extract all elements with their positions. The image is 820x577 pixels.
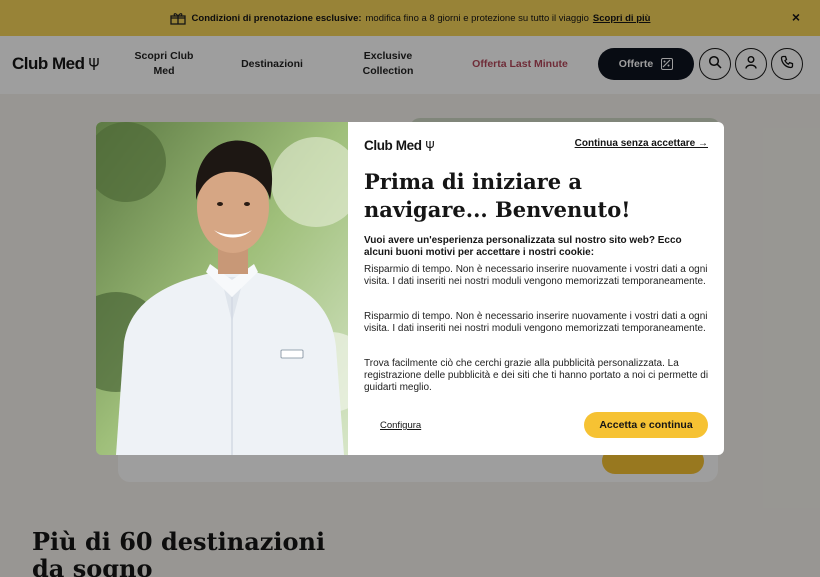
accept-button[interactable]: Accetta e continua xyxy=(584,412,708,438)
modal-content: Club Med Continua senza accettare → Prim… xyxy=(348,122,724,455)
continue-without-accepting-link[interactable]: Continua senza accettare → xyxy=(575,138,708,149)
modal-paragraph: Trova facilmente ciò che cerchi grazie a… xyxy=(364,358,709,393)
modal-intro: Vuoi avere un'esperienza personalizzata … xyxy=(364,235,682,258)
modal-logo-text: Club Med xyxy=(364,138,422,153)
trident-icon xyxy=(425,140,435,152)
modal-title: Prima di iniziare a navigare... Benvenut… xyxy=(364,169,631,222)
configure-link[interactable]: Configura xyxy=(380,420,421,431)
modal-paragraph: Risparmio di tempo. Non è necessario ins… xyxy=(364,264,708,287)
modal-paragraph: Risparmio di tempo. Non è necessario ins… xyxy=(364,311,708,334)
cookie-modal: Club Med Continua senza accettare → Prim… xyxy=(96,122,724,455)
modal-logo: Club Med xyxy=(364,138,435,153)
modal-photo xyxy=(96,122,348,455)
